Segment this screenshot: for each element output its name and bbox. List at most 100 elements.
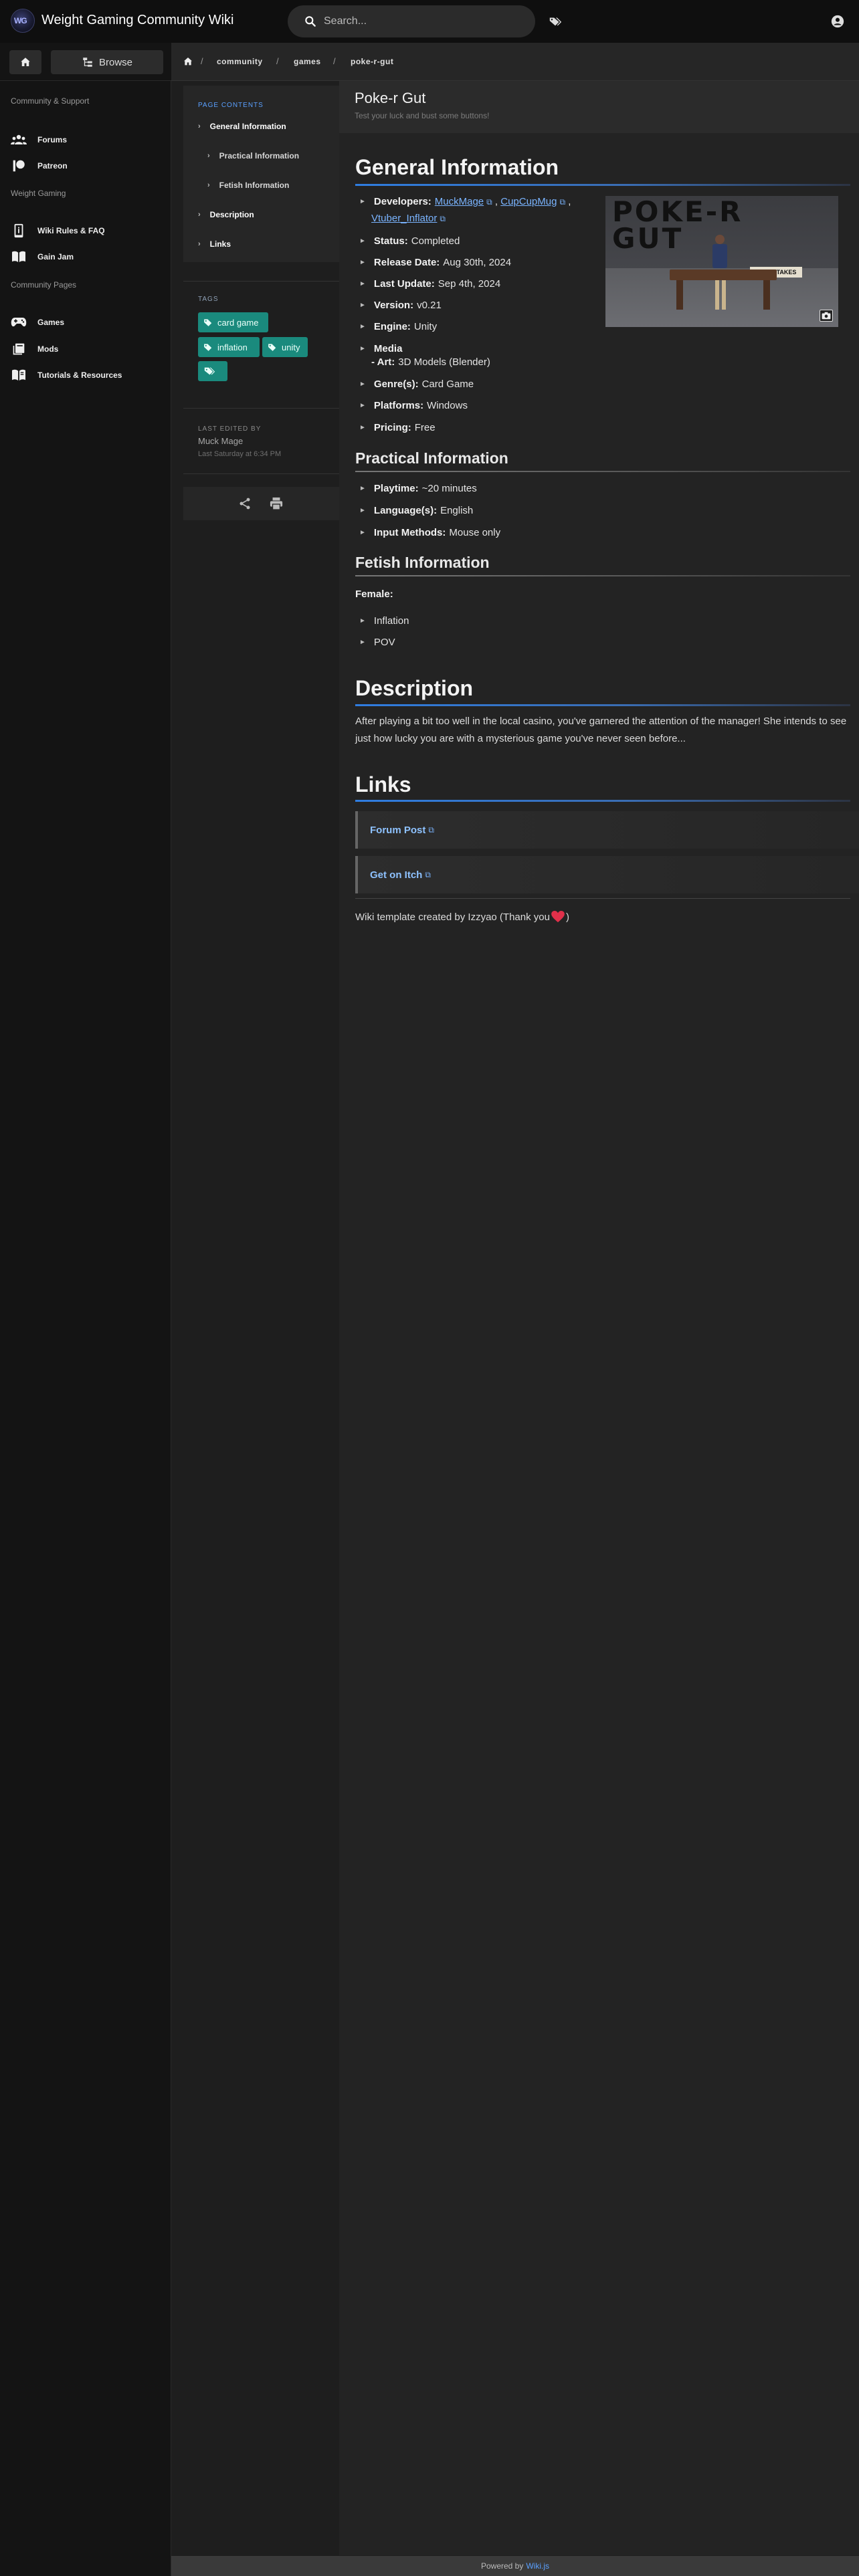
sidebar-item-patreon[interactable]: Patreon — [11, 158, 68, 174]
input-value: Mouse only — [449, 527, 501, 538]
list-item-last-update: ► Last Update: Sep 4th, 2024 — [359, 278, 500, 290]
heading-practical-information: Practical Information — [355, 449, 508, 467]
toc-item-label: Fetish Information — [219, 181, 290, 190]
browse-tags-button[interactable] — [198, 361, 227, 381]
list-item-developers: ► Developers: MuckMage ⧉ , CupCupMug ⧉ , — [359, 196, 571, 207]
update-value: Sep 4th, 2024 — [438, 278, 501, 290]
bullet-icon: ► — [359, 529, 366, 536]
engine-value: Unity — [413, 321, 438, 332]
engine-label: Engine: — [373, 321, 411, 332]
page-actions — [183, 487, 339, 520]
sidebar-item-tutorials[interactable]: Tutorials & Resources — [11, 367, 122, 383]
developers-label: Developers: — [373, 196, 432, 207]
sidebar: Browse Community & Support Forums Patreo… — [0, 43, 171, 2576]
heading-underline — [355, 704, 850, 706]
tag-inflation[interactable]: inflation — [198, 337, 260, 357]
patreon-icon — [13, 160, 25, 172]
table-leg — [763, 280, 770, 310]
breadcrumb-item-community[interactable]: community — [217, 57, 263, 66]
developer-link[interactable]: Vtuber_Inflator — [371, 213, 437, 224]
home-button[interactable] — [9, 50, 41, 74]
character-body — [712, 244, 727, 268]
list-item-languages: ► Language(s): English — [359, 505, 473, 516]
top-app-bar: WG Weight Gaming Community Wiki Search..… — [0, 0, 859, 43]
search-placeholder: Search... — [324, 15, 367, 27]
chevron-right-icon: › — [207, 181, 210, 189]
sidebar-item-wiki-rules[interactable]: Wiki Rules & FAQ — [11, 223, 105, 239]
book-open-icon — [12, 251, 25, 263]
toc-item-description[interactable]: › Description — [198, 210, 254, 219]
language-value: English — [440, 505, 474, 516]
bullet-icon: ► — [359, 198, 366, 205]
sidebar-item-label: Games — [37, 318, 65, 327]
open-in-new-icon: ⧉ — [440, 214, 446, 223]
heading-general-information: General Information — [355, 155, 559, 179]
sidebar-top-actions: Browse — [0, 43, 171, 81]
share-icon[interactable] — [238, 497, 252, 510]
bullet-icon: ► — [359, 424, 366, 431]
link-get-on-itch[interactable]: Get on Itch ⧉ — [355, 856, 859, 893]
heading-underline — [355, 471, 850, 472]
heading-underline — [355, 575, 850, 576]
genre-label: Genre(s): — [373, 379, 419, 390]
divider — [183, 281, 339, 282]
link-forum-post[interactable]: Forum Post ⧉ — [355, 811, 859, 849]
chevron-right-icon: › — [198, 240, 201, 248]
wikijs-link[interactable]: Wiki.js — [526, 2561, 549, 2571]
table-leg — [676, 280, 683, 310]
breadcrumb-separator: / — [333, 56, 336, 66]
chevron-right-icon: › — [207, 152, 210, 160]
sidebar-item-label: Patreon — [37, 161, 68, 171]
sidebar-item-mods[interactable]: Mods — [11, 341, 58, 357]
tag-unity[interactable]: unity — [262, 337, 308, 357]
open-in-new-icon: ⧉ — [425, 869, 431, 879]
site-title[interactable]: Weight Gaming Community Wiki — [41, 13, 233, 28]
bullet-icon: ► — [359, 639, 366, 646]
developer-link[interactable]: MuckMage — [435, 196, 484, 207]
browse-button[interactable]: Browse — [51, 50, 163, 74]
divider — [183, 473, 339, 474]
account-button[interactable] — [828, 12, 847, 31]
tag-card-game[interactable]: card game — [198, 312, 268, 332]
update-label: Last Update: — [373, 278, 435, 290]
site-logo[interactable]: WG — [11, 9, 35, 33]
heading-underline — [355, 184, 850, 186]
bullet-icon: ► — [359, 485, 366, 492]
genre-value: Card Game — [421, 379, 474, 390]
footer-powered-text: Powered by — [480, 2561, 524, 2571]
tag-icon — [268, 344, 276, 351]
breadcrumb: / community / games / poke-r-gut — [171, 43, 859, 81]
tags-browse-button[interactable] — [546, 12, 565, 31]
list-item-platforms: ► Platforms: Windows — [359, 400, 468, 411]
home-icon[interactable] — [183, 56, 193, 67]
search-input[interactable]: Search... — [288, 5, 535, 37]
version-value: v0.21 — [417, 300, 442, 311]
expand-image-button[interactable] — [820, 310, 833, 322]
last-edited-label: LAST EDITED BY — [198, 425, 262, 433]
toc-item-links[interactable]: › Links — [198, 239, 231, 249]
sidebar-item-forums[interactable]: Forums — [11, 132, 67, 148]
breadcrumb-item-games[interactable]: games — [294, 57, 321, 66]
printer-icon[interactable] — [269, 497, 284, 510]
list-item-playtime: ► Playtime: ~20 minutes — [359, 483, 477, 494]
gamepad-icon — [11, 318, 27, 327]
fetish-value: POV — [373, 637, 395, 648]
toc-item-practical-information[interactable]: › Practical Information — [207, 151, 299, 160]
platforms-label: Platforms: — [373, 400, 424, 411]
developer-link[interactable]: CupCupMug — [500, 196, 557, 207]
link-label: Get on Itch — [370, 869, 423, 881]
toc-item-general-information[interactable]: › General Information — [198, 122, 286, 131]
bullet-icon: ► — [359, 259, 366, 266]
list-item-pricing: ► Pricing: Free — [359, 422, 436, 433]
tag-label: unity — [282, 342, 300, 352]
section-community-support: Community & Support — [11, 96, 90, 106]
sidebar-item-games[interactable]: Games — [11, 314, 64, 330]
divider — [355, 898, 850, 899]
game-screenshot[interactable]: POKE-R GUT HIGH STAKES — [605, 196, 838, 327]
page-contents-panel: PAGE CONTENTS › General Information › Prac… — [183, 86, 339, 262]
bullet-icon: ► — [359, 302, 366, 309]
last-edited-author: Muck Mage — [198, 436, 244, 446]
toc-item-fetish-information[interactable]: › Fetish Information — [207, 181, 289, 190]
link-label: Forum Post — [370, 824, 426, 836]
sidebar-item-gain-jam[interactable]: Gain Jam — [11, 249, 74, 265]
